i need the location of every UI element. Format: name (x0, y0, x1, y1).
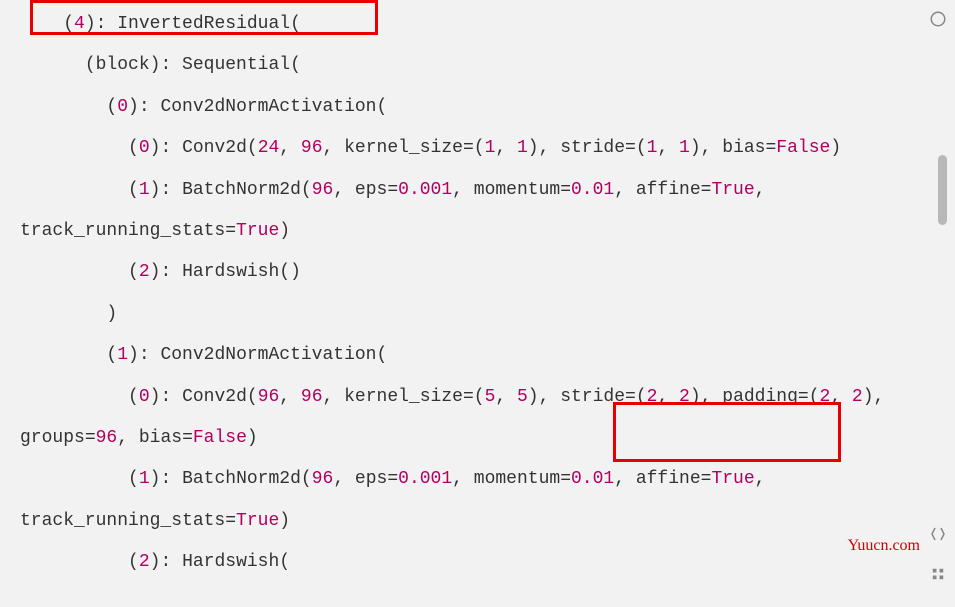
num: 5 (517, 387, 528, 407)
param: eps (355, 180, 387, 200)
num: 2 (679, 387, 690, 407)
scrollbar-thumb[interactable] (938, 155, 947, 225)
bool: True (711, 469, 754, 489)
op-name: BatchNorm2d (182, 180, 301, 200)
num: 96 (96, 428, 118, 448)
block-key: block (96, 55, 150, 75)
code-block: (4): InvertedResidual( (block): Sequenti… (20, 4, 955, 583)
side-tool-icon[interactable] (929, 519, 947, 537)
index-number: 1 (117, 345, 128, 365)
class-name: Sequential (182, 55, 290, 75)
param: padding (722, 387, 798, 407)
param: momentum (474, 180, 560, 200)
param: stride (560, 138, 625, 158)
index-number: 0 (139, 387, 150, 407)
class-name: Conv2dNormActivation (160, 345, 376, 365)
index-number: 0 (117, 97, 128, 117)
param: track_running_stats (20, 511, 225, 531)
num: 96 (312, 180, 334, 200)
num: 1 (679, 138, 690, 158)
param: bias (722, 138, 765, 158)
index-number: 2 (139, 552, 150, 572)
param: affine (636, 469, 701, 489)
num: 96 (258, 387, 280, 407)
op-name: Conv2d (182, 387, 247, 407)
index-number: 0 (139, 138, 150, 158)
top-right-icon[interactable] (929, 4, 947, 22)
num: 0.001 (398, 180, 452, 200)
param: kernel_size (344, 138, 463, 158)
bool: False (193, 428, 247, 448)
side-tool-icon[interactable] (929, 559, 947, 577)
op-name: Hardswish (182, 262, 279, 282)
param: kernel_size (344, 387, 463, 407)
param: eps (355, 469, 387, 489)
class-name: InvertedResidual (117, 14, 290, 34)
num: 96 (301, 387, 323, 407)
bool: True (236, 511, 279, 531)
num: 2 (820, 387, 831, 407)
index-number: 2 (139, 262, 150, 282)
param: groups (20, 428, 85, 448)
num: 1 (647, 138, 658, 158)
num: 0.01 (571, 180, 614, 200)
bool: True (236, 221, 279, 241)
watermark-text: Yuucn.com (848, 528, 920, 565)
op-name: Hardswish (182, 552, 279, 572)
num: 96 (312, 469, 334, 489)
paren: ) (106, 304, 117, 324)
param: affine (636, 180, 701, 200)
num: 5 (485, 387, 496, 407)
bool: False (776, 138, 830, 158)
num: 2 (852, 387, 863, 407)
param: track_running_stats (20, 221, 225, 241)
op-name: Conv2d (182, 138, 247, 158)
class-name: Conv2dNormActivation (160, 97, 376, 117)
index-number: 1 (139, 469, 150, 489)
op-name: BatchNorm2d (182, 469, 301, 489)
index-number: 1 (139, 180, 150, 200)
bool: True (711, 180, 754, 200)
param: stride (560, 387, 625, 407)
index-number: 4 (74, 14, 85, 34)
num: 96 (301, 138, 323, 158)
param: momentum (474, 469, 560, 489)
num: 0.01 (571, 469, 614, 489)
num: 1 (517, 138, 528, 158)
num: 24 (258, 138, 280, 158)
num: 2 (647, 387, 658, 407)
num: 1 (485, 138, 496, 158)
num: 0.001 (398, 469, 452, 489)
param: bias (139, 428, 182, 448)
